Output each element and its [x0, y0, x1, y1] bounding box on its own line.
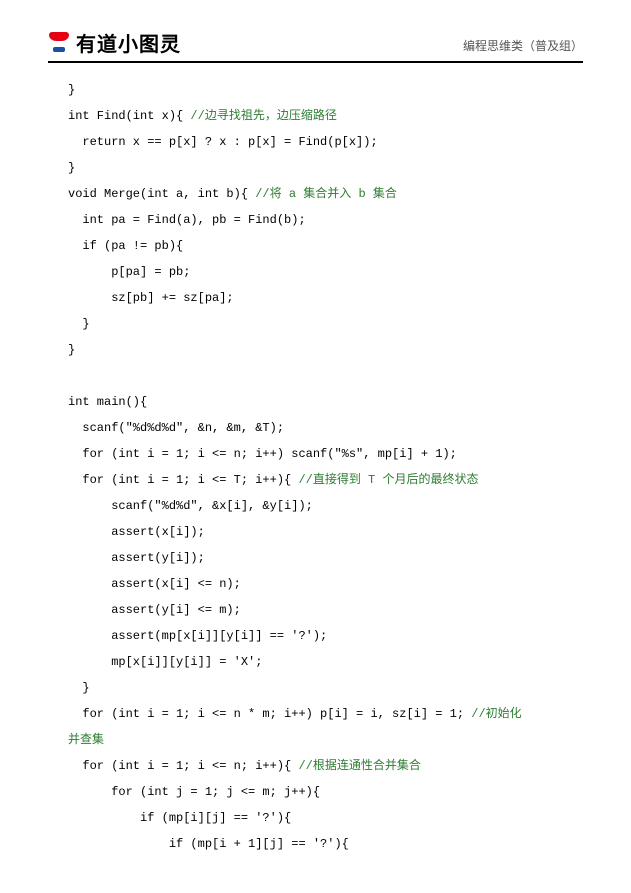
brand: 有道小图灵	[48, 28, 181, 57]
code-line: }	[68, 343, 75, 357]
code-line: if (mp[i + 1][j] == '?'){	[68, 837, 349, 851]
code-line: assert(x[i] <= n);	[68, 577, 241, 591]
code-line: p[pa] = pb;	[68, 265, 190, 279]
code-line: assert(x[i]);	[68, 525, 205, 539]
code-line: int Find(int x){	[68, 109, 190, 123]
code-line: if (mp[i][j] == '?'){	[68, 811, 291, 825]
code-comment: //根据连通性合并集合	[298, 759, 420, 773]
code-comment: //边寻找祖先，边压缩路径	[190, 109, 336, 123]
code-line: }	[68, 83, 75, 97]
document-page: 有道小图灵 编程思维类（普及组） } int Find(int x){ //边寻…	[0, 0, 631, 893]
code-line: }	[68, 161, 75, 175]
code-line: void Merge(int a, int b){	[68, 187, 255, 201]
code-line: if (pa != pb){	[68, 239, 183, 253]
code-comment: //初始化	[471, 707, 521, 721]
code-line: for (int j = 1; j <= m; j++){	[68, 785, 320, 799]
code-line: scanf("%d%d", &x[i], &y[i]);	[68, 499, 313, 513]
code-line: return x == p[x] ? x : p[x] = Find(p[x])…	[68, 135, 378, 149]
code-line: int main(){	[68, 395, 147, 409]
code-line: for (int i = 1; i <= T; i++){	[68, 473, 298, 487]
code-line: assert(mp[x[i]][y[i]] == '?');	[68, 629, 327, 643]
code-line: for (int i = 1; i <= n; i++){	[68, 759, 298, 773]
page-header: 有道小图灵 编程思维类（普及组）	[48, 28, 583, 63]
brand-logo-icon	[48, 31, 70, 53]
code-line: }	[68, 681, 90, 695]
code-comment: //将 a 集合并入 b 集合	[255, 187, 397, 201]
code-comment: //直接得到 T 个月后的最终状态	[298, 473, 478, 487]
code-line: sz[pb] += sz[pa];	[68, 291, 234, 305]
brand-text: 有道小图灵	[76, 28, 181, 57]
header-category: 编程思维类（普及组）	[463, 37, 583, 57]
code-line: assert(y[i]);	[68, 551, 205, 565]
code-line: for (int i = 1; i <= n; i++) scanf("%s",…	[68, 447, 457, 461]
code-line: for (int i = 1; i <= n * m; i++) p[i] = …	[68, 707, 471, 721]
code-line: int pa = Find(a), pb = Find(b);	[68, 213, 306, 227]
code-line: scanf("%d%d%d", &n, &m, &T);	[68, 421, 284, 435]
code-listing: } int Find(int x){ //边寻找祖先，边压缩路径 return …	[48, 77, 583, 857]
code-comment: 并查集	[68, 733, 104, 747]
code-line: assert(y[i] <= m);	[68, 603, 241, 617]
code-line: }	[68, 317, 90, 331]
code-line: mp[x[i]][y[i]] = 'X';	[68, 655, 262, 669]
